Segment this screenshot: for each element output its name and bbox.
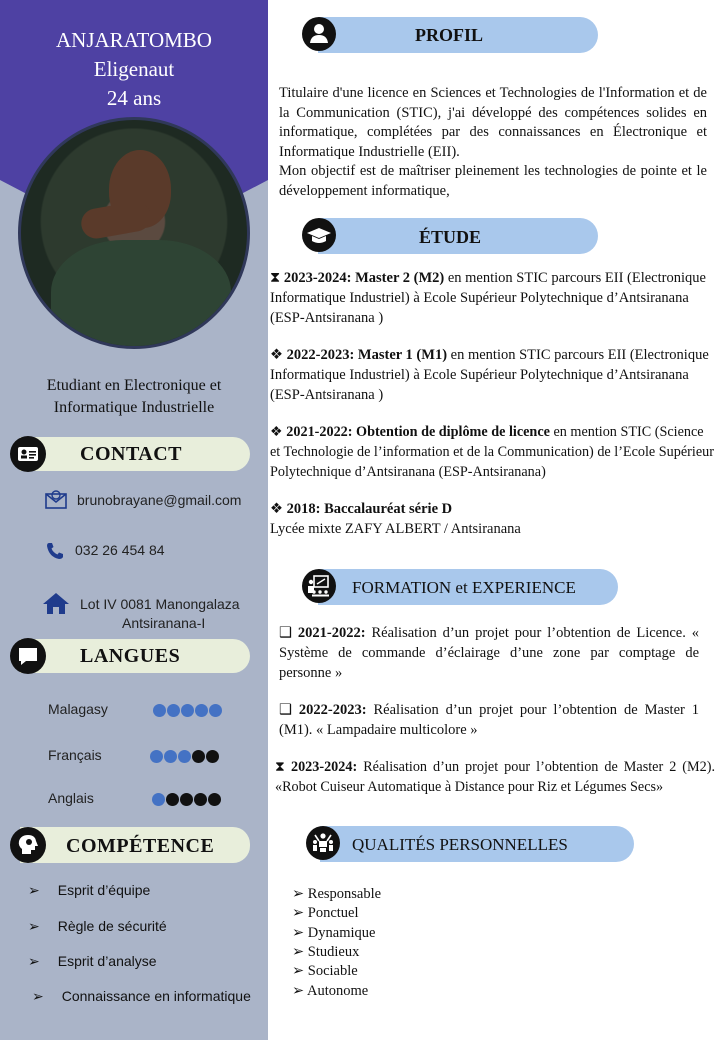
teacher-board-icon [302,569,336,603]
skill-item: ➢ Esprit d’analyse [28,953,157,969]
contact-title: CONTACT [80,443,183,465]
address-line2: Antsiranana-I [122,615,206,631]
quality-item: ➢ Studieux [292,943,360,960]
level-dot [178,750,191,763]
graduation-cap-icon [302,218,336,252]
profile-text: Titulaire d'une licence en Sciences et T… [279,85,707,160]
education-title: ÉTUDE [419,227,482,247]
skill-head-icon [10,827,46,863]
language-name: Malagasy [48,701,108,717]
language-level [153,704,222,717]
team-icon [306,826,340,860]
first-name: Eligenaut [93,57,175,81]
quality-item: ➢ Sociable [292,963,358,980]
level-dot [195,704,208,717]
level-dot [181,704,194,717]
level-dot [150,750,163,763]
level-dot [208,793,221,806]
language-name: Français [48,747,102,763]
sidebar: ANJARATOMBO Eligenaut 24 ans Etudiant en… [0,0,268,1040]
level-dot [194,793,207,806]
skill-item: ➢ Esprit d’équipe [28,882,151,898]
level-dot [209,704,222,717]
language-name: Anglais [48,790,94,806]
language-level [152,793,221,806]
quality-item: ➢ Responsable [292,886,382,902]
experience-item: ❑ 2022-2023: Réalisation d’un projet pou… [279,702,699,738]
address-line1: Lot IV 0081 Manongalaza [80,596,240,612]
education-item: ⧗ 2023-2024: Master 2 (M2) en mention ST… [270,270,706,326]
experience-item: ⧗ 2023-2024: Réalisation d’un projet pou… [275,759,716,795]
skill-item: ➢ Connaissance en informatique [32,988,251,1004]
phone-text[interactable]: 032 26 454 84 [75,542,165,558]
home-icon [42,591,70,615]
profile-title: PROFIL [415,25,484,45]
level-dot [164,750,177,763]
skill-item: ➢ Règle de sécurité [28,918,167,934]
quality-item: ➢ Ponctuel [292,905,359,922]
language-level [150,750,219,763]
level-dot [153,704,166,717]
age: 24 ans [106,86,162,110]
level-dot [206,750,219,763]
role-title: Etudiant en Electronique et Informatique… [46,377,222,416]
speech-bubble-icon [10,638,46,674]
quality-item: ➢ Dynamique [292,924,376,941]
level-dot [152,793,165,806]
skills-title: COMPÉTENCE [66,835,215,857]
level-dot [180,793,193,806]
quality-item: ➢ Autonome [292,982,369,999]
email-icon [45,489,67,509]
qualities-title: QUALITÉS PERSONNELLES [352,835,568,854]
level-dot [192,750,205,763]
contact-card-icon [10,436,46,472]
phone-icon [45,541,65,561]
last-name: ANJARATOMBO [56,28,212,52]
level-dot [167,704,180,717]
profile-photo [18,117,250,349]
education-item: ❖ 2021-2022: Obtention de diplôme de lic… [270,424,714,480]
user-icon [302,17,336,51]
education-item: ❖ 2022-2023: Master 1 (M1) en mention ST… [270,347,709,403]
email-text[interactable]: brunobrayane@gmail.com [77,492,241,508]
experience-item: ❑ 2021-2022: Réalisation d’un projet pou… [279,625,699,681]
profile-objective: Mon objectif est de maîtriser pleinement… [279,163,707,199]
level-dot [166,793,179,806]
experience-title: FORMATION et EXPERIENCE [352,578,576,597]
languages-title: LANGUES [80,645,181,667]
education-item: ❖ 2018: Baccalauréat série D Lycée mixte … [270,501,521,537]
